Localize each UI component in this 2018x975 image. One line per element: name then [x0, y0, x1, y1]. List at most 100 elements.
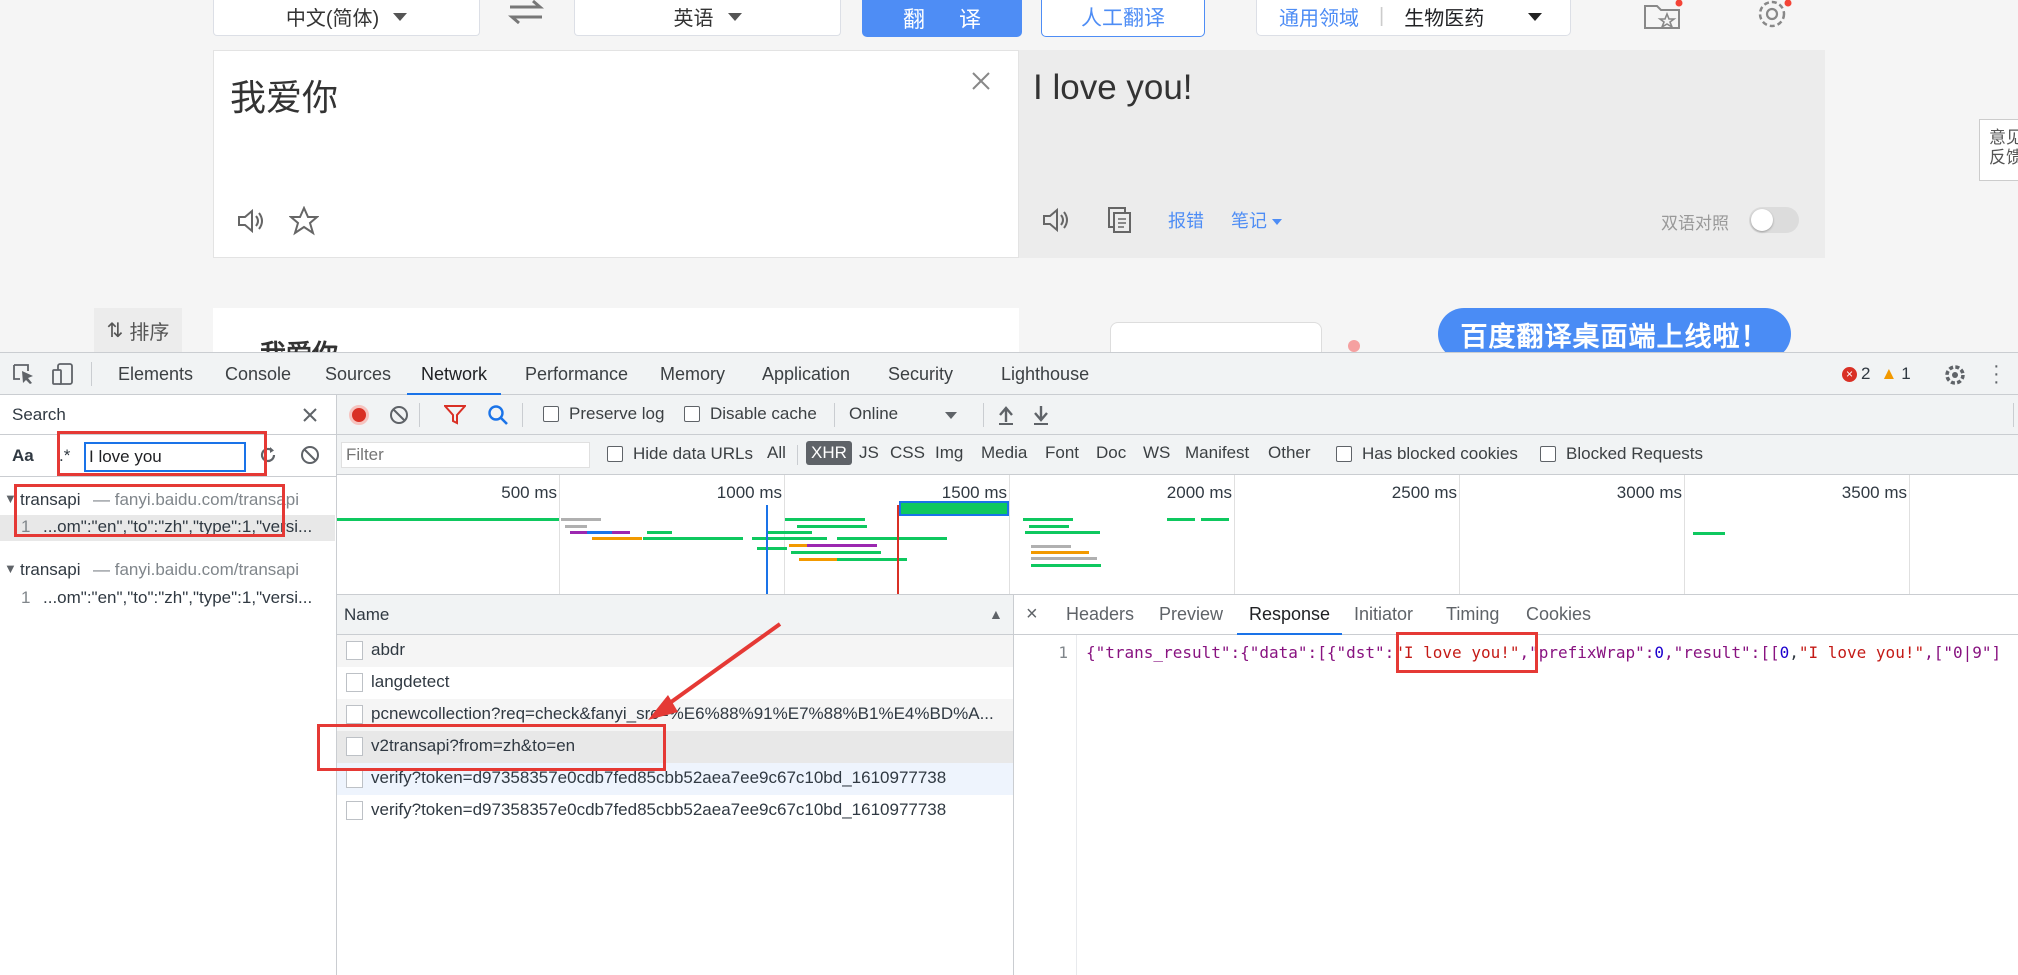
issues-counter[interactable]: × 2 ▲ 1 [1842, 364, 1911, 384]
clear-search-icon[interactable] [300, 445, 320, 470]
tab-performance[interactable]: Performance [525, 353, 628, 395]
type-filter-other[interactable]: Other [1268, 443, 1311, 463]
request-row[interactable]: verify?token=d97358357e0cdb7fed85cbb52ae… [337, 763, 1013, 795]
chevron-down-icon [393, 12, 408, 21]
chevron-down-icon [727, 12, 742, 21]
match-case-toggle[interactable]: Aa [12, 446, 34, 466]
type-filter-manifest[interactable]: Manifest [1185, 443, 1249, 463]
type-filter-ws[interactable]: WS [1143, 443, 1170, 463]
tab-sources[interactable]: Sources [325, 353, 391, 395]
star-icon[interactable] [288, 205, 320, 241]
search-input[interactable] [84, 442, 246, 472]
tab-cookies[interactable]: Cookies [1526, 604, 1591, 625]
request-row[interactable]: pcnewcollection?req=check&fanyi_src=%E6%… [337, 699, 1013, 731]
search-result-file[interactable]: ▼ transapi — fanyi.baidu.com/transapi [0, 560, 335, 586]
source-text-panel[interactable]: 我爱你 [213, 50, 1019, 258]
sort-button[interactable]: ⇅ 排序 [94, 308, 182, 352]
close-icon[interactable] [302, 407, 318, 428]
feedback-button[interactable]: 意见反馈 [1979, 119, 2018, 181]
file-icon [346, 641, 363, 660]
search-result-line[interactable]: 1 ...om":"en","to":"zh","type":1,"versi.… [0, 515, 335, 541]
request-row[interactable]: langdetect [337, 667, 1013, 699]
human-translate-button[interactable]: 人工翻译 [1041, 0, 1205, 37]
tab-application[interactable]: Application [762, 353, 850, 395]
type-filter-all[interactable]: All [767, 443, 786, 463]
tab-response[interactable]: Response [1237, 604, 1343, 635]
tab-headers[interactable]: Headers [1066, 604, 1134, 625]
refresh-icon[interactable] [258, 445, 278, 470]
import-har-icon[interactable] [996, 404, 1016, 431]
regex-toggle[interactable]: .* [59, 446, 70, 466]
search-result-file[interactable]: ▼ transapi — fanyi.baidu.com/transapi [0, 490, 335, 516]
translate-button[interactable]: 翻 译 [862, 0, 1022, 37]
tab-initiator[interactable]: Initiator [1354, 604, 1413, 625]
inspect-element-icon[interactable] [12, 363, 36, 390]
search-result-line[interactable]: 1 ...om":"en","to":"zh","type":1,"versi.… [0, 586, 335, 612]
request-name: abdr [371, 640, 406, 659]
preserve-log-checkbox[interactable] [543, 406, 559, 422]
throttling-select[interactable]: Online [849, 401, 967, 429]
selected-request-bar[interactable] [899, 501, 1009, 516]
request-row-selected[interactable]: v2transapi?from=zh&to=en [337, 731, 1013, 763]
tab-network[interactable]: Network [407, 353, 502, 395]
disable-cache-checkbox[interactable] [684, 406, 700, 422]
code-token: ,["0|9"] [1924, 643, 2002, 662]
favorites-folder-icon[interactable] [1643, 0, 1683, 35]
device-toolbar-icon[interactable] [51, 362, 75, 391]
swap-languages-icon[interactable] [507, 0, 545, 29]
close-icon[interactable]: × [1026, 603, 1038, 626]
target-language-select[interactable]: 英语 [574, 0, 841, 36]
promo-banner[interactable]: 百度翻译桌面端上线啦！ [1438, 308, 1791, 352]
tab-memory[interactable]: Memory [660, 353, 725, 395]
hide-data-urls-checkbox[interactable] [607, 446, 623, 462]
code-token: ,"prefixWrap": [1519, 643, 1655, 662]
timeline-bar [797, 525, 867, 528]
export-har-icon[interactable] [1031, 404, 1051, 431]
response-body[interactable]: 1 {"trans_result":{"data":[{"dst":"I lov… [1014, 635, 2018, 975]
tab-timing[interactable]: Timing [1446, 604, 1499, 625]
result-card-title: 我爱你 [260, 334, 338, 352]
notes-link[interactable]: 笔记 [1231, 207, 1283, 233]
domain-value: 生物医药 [1404, 8, 1485, 30]
source-language-select[interactable]: 中文(简体) [213, 0, 480, 36]
type-filter-xhr[interactable]: XHR [806, 441, 852, 465]
tab-security[interactable]: Security [888, 353, 953, 395]
copy-icon[interactable] [1106, 206, 1134, 239]
blocked-requests-checkbox[interactable] [1540, 446, 1556, 462]
report-error-link[interactable]: 报错 [1168, 207, 1204, 233]
type-filter-media[interactable]: Media [981, 443, 1027, 463]
clear-close-icon[interactable] [971, 71, 991, 96]
search-icon[interactable] [487, 404, 509, 431]
grid-line [784, 475, 785, 594]
timeline-bar [791, 551, 881, 554]
source-text[interactable]: 我爱你 [230, 69, 338, 121]
filter-input[interactable] [341, 442, 590, 468]
name-column-header[interactable]: Name ▲ [337, 595, 1013, 635]
speaker-icon[interactable] [1042, 207, 1072, 238]
speaker-icon[interactable] [237, 208, 267, 239]
request-name: verify?token=d97358357e0cdb7fed85cbb52ae… [371, 800, 947, 819]
tab-preview[interactable]: Preview [1159, 604, 1223, 625]
request-row[interactable]: verify?token=d97358357e0cdb7fed85cbb52ae… [337, 795, 1013, 827]
more-options-icon[interactable]: · · · [1993, 356, 2000, 392]
settings-gear-icon[interactable] [1943, 363, 1967, 392]
bilingual-toggle[interactable] [1749, 207, 1799, 233]
network-timeline-overview[interactable]: 500 ms 1000 ms 1500 ms 2000 ms 2500 ms 3… [337, 475, 2018, 595]
type-filter-css[interactable]: CSS [890, 443, 925, 463]
settings-gear-icon[interactable] [1754, 0, 1794, 37]
clear-log-icon[interactable] [389, 405, 409, 430]
has-blocked-cookies-checkbox[interactable] [1336, 446, 1352, 462]
type-filter-font[interactable]: Font [1045, 443, 1079, 463]
request-row[interactable]: abdr [337, 635, 1013, 667]
timeline-tick: 3500 ms [1841, 483, 1907, 502]
translation-result-text: I love you! [1033, 68, 1193, 107]
record-icon[interactable] [349, 405, 369, 425]
tab-console[interactable]: Console [225, 353, 291, 395]
tab-lighthouse[interactable]: Lighthouse [1001, 353, 1089, 395]
type-filter-img[interactable]: Img [935, 443, 963, 463]
tab-elements[interactable]: Elements [118, 353, 193, 395]
domain-select[interactable]: 通用领域 | 生物医药 [1256, 0, 1571, 36]
filter-funnel-icon[interactable] [442, 405, 468, 430]
type-filter-js[interactable]: JS [859, 443, 879, 463]
type-filter-doc[interactable]: Doc [1096, 443, 1126, 463]
